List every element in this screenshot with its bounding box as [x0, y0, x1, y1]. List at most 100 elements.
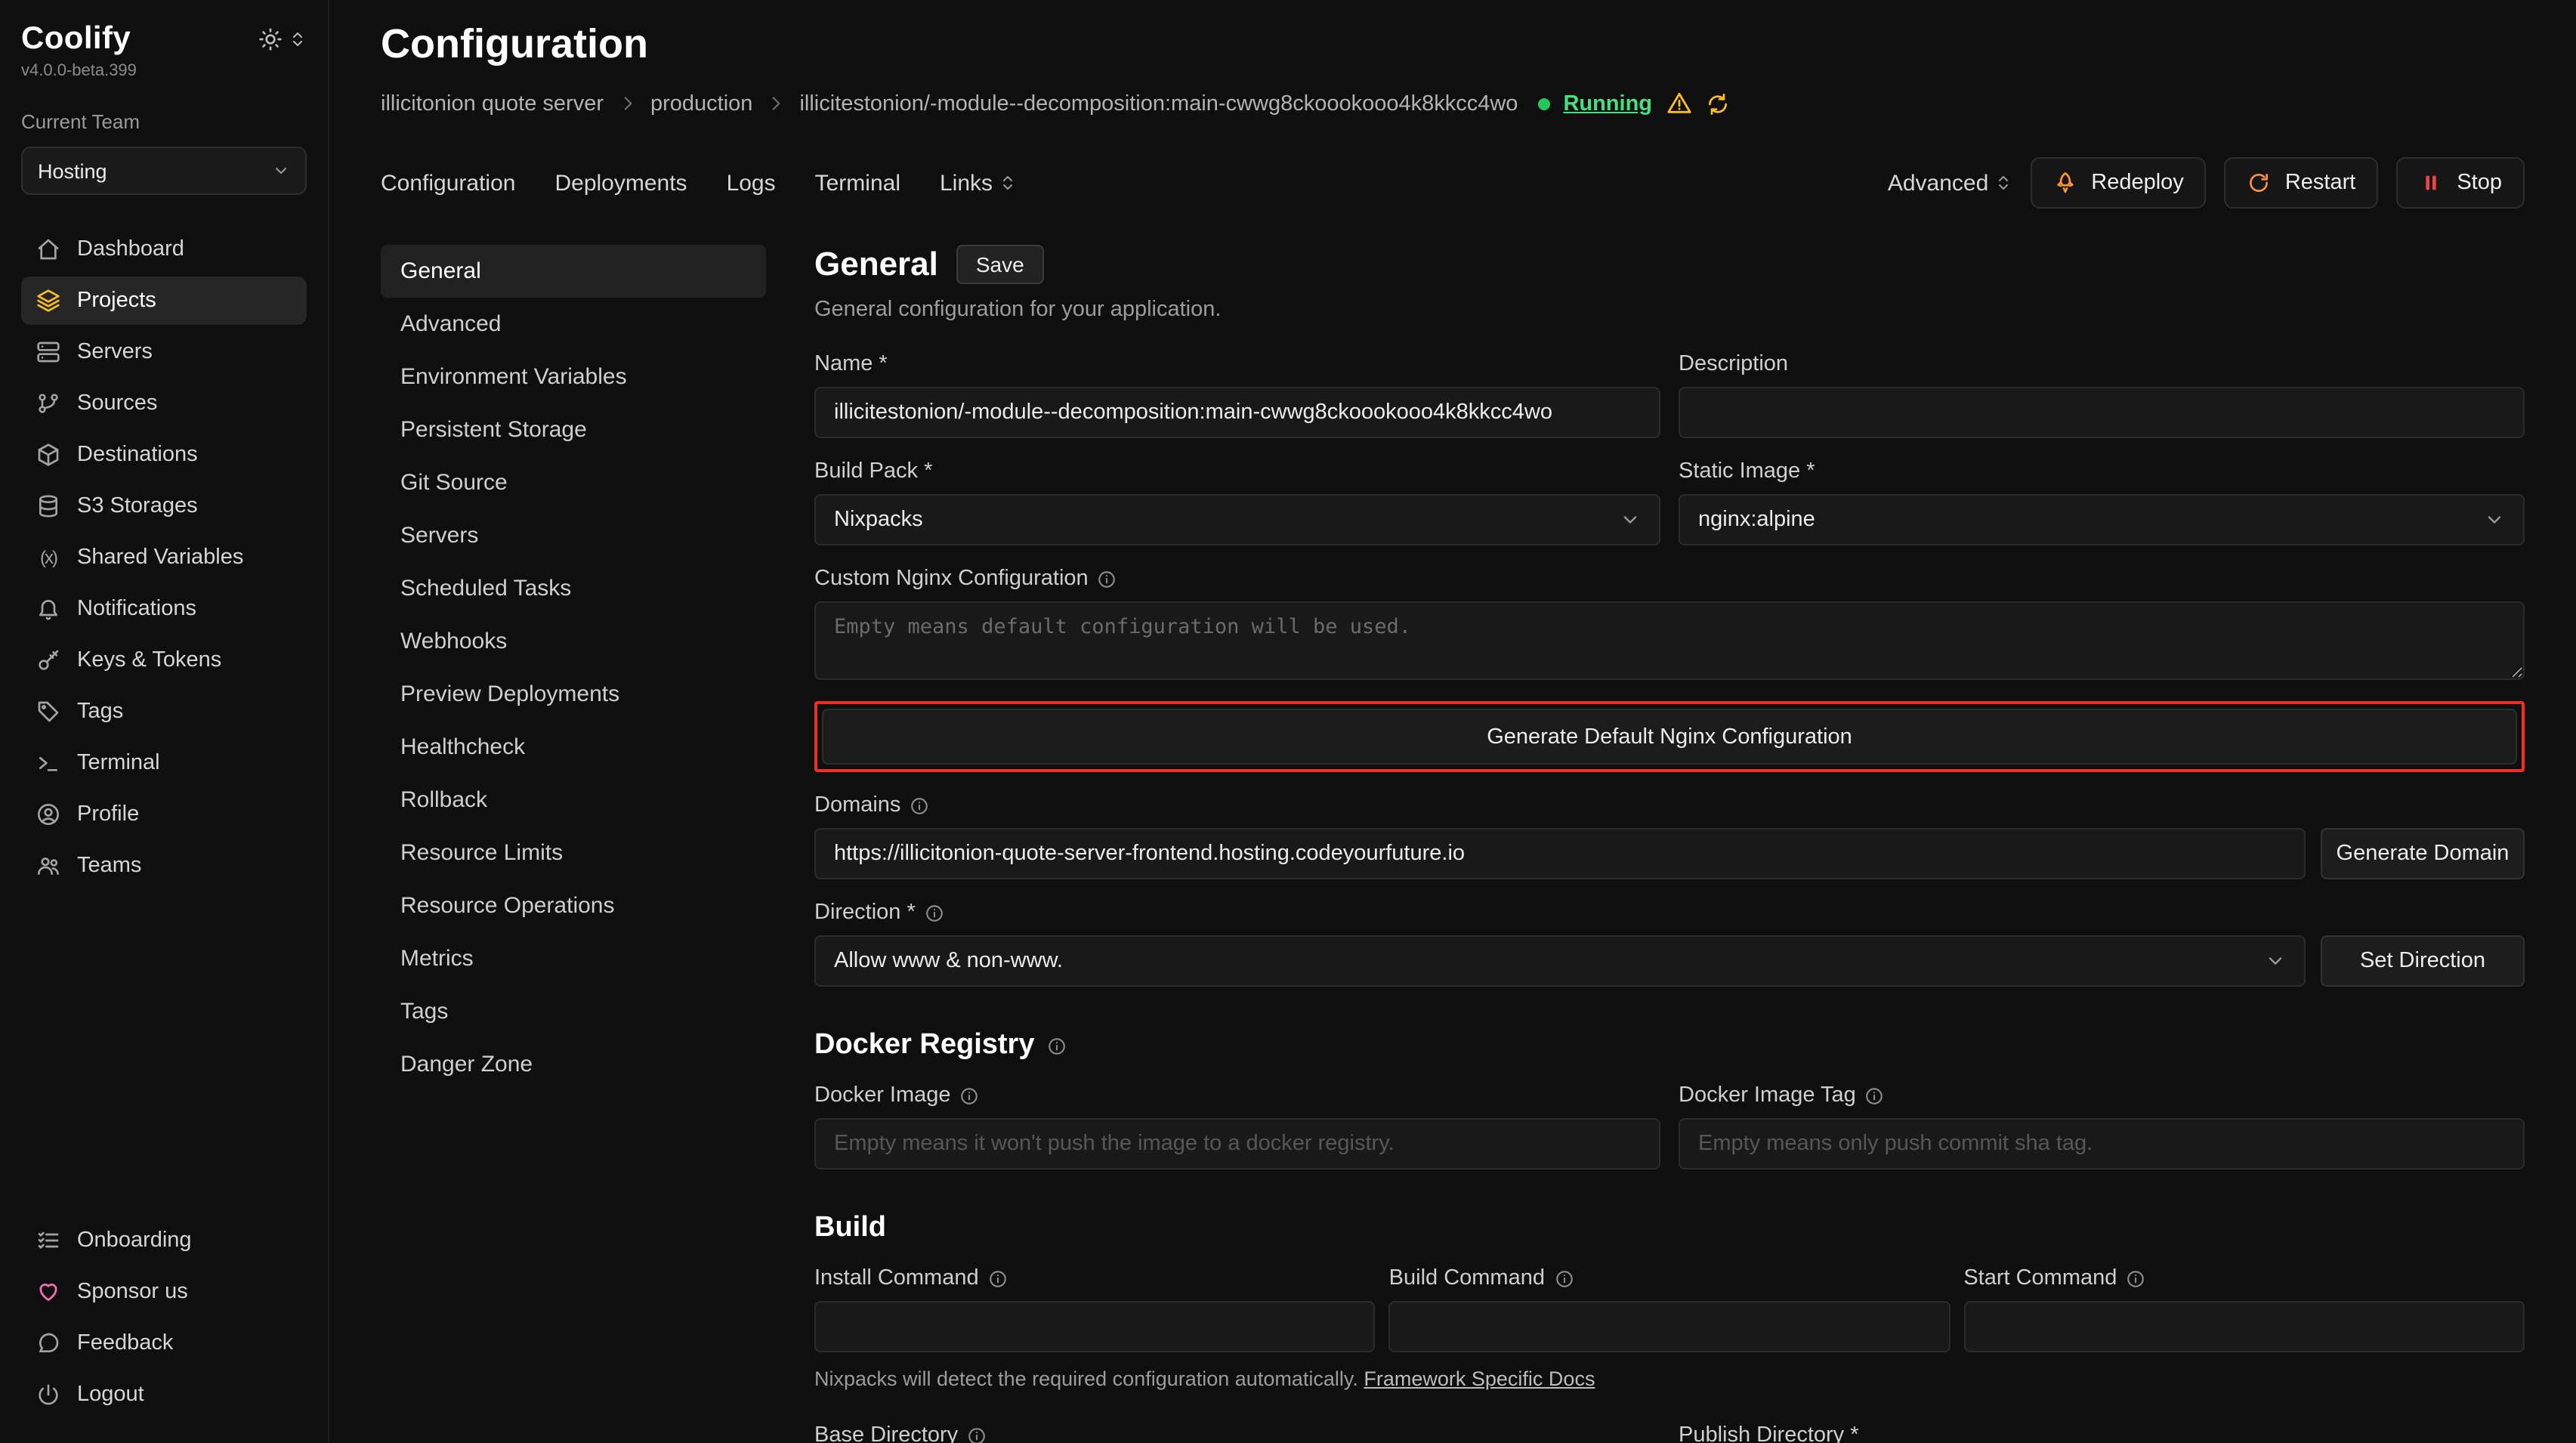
tab-terminal[interactable]: Terminal [815, 170, 900, 196]
generate-domain-button[interactable]: Generate Domain [2321, 828, 2525, 879]
advanced-menu[interactable]: Advanced [1888, 170, 2012, 196]
chevron-updown-icon [999, 174, 1017, 192]
sidebar-item-dashboard[interactable]: Dashboard [21, 225, 307, 273]
server-icon [36, 340, 60, 364]
sidebar-item-tags[interactable]: Tags [21, 688, 307, 736]
coolify-app: Coolify v4.0.0-beta.399 Current Team Hos… [0, 0, 2576, 1443]
sidebar-item-logout[interactable]: Logout [21, 1370, 307, 1419]
docker-image-tag-input[interactable] [1679, 1118, 2525, 1170]
direction-value: Allow www & non-www. [834, 949, 1063, 973]
tab-configuration[interactable]: Configuration [381, 170, 515, 196]
info-icon[interactable] [1098, 569, 1117, 589]
sidebar-item-notifications[interactable]: Notifications [21, 585, 307, 633]
redeploy-button[interactable]: Redeploy [2031, 157, 2207, 209]
refresh-status-icon[interactable] [1705, 91, 1729, 116]
info-icon[interactable] [988, 1268, 1008, 1288]
breadcrumb: illicitonion quote server production ill… [381, 91, 2525, 116]
info-icon[interactable] [1865, 1086, 1885, 1105]
generate-nginx-button[interactable]: Generate Default Nginx Configuration [822, 709, 2517, 765]
build-command-label: Build Command [1389, 1266, 1545, 1290]
highlight-box: Generate Default Nginx Configuration [814, 701, 2525, 772]
framework-docs-link[interactable]: Framework Specific Docs [1364, 1367, 1595, 1390]
current-team-label: Current Team [21, 110, 307, 133]
status-badge[interactable]: Running [1563, 91, 1652, 116]
static-image-select[interactable]: nginx:alpine [1679, 494, 2525, 545]
stop-button[interactable]: Stop [2396, 157, 2525, 209]
settings-nav-healthcheck[interactable]: Healthcheck [381, 721, 766, 774]
settings-nav-general[interactable]: General [381, 245, 766, 298]
info-icon[interactable] [925, 903, 944, 922]
app-version: v4.0.0-beta.399 [21, 62, 137, 80]
settings-nav-environment-variables[interactable]: Environment Variables [381, 351, 766, 403]
info-icon[interactable] [910, 796, 929, 815]
restart-button[interactable]: Restart [2225, 157, 2379, 209]
sidebar-item-label: Feedback [77, 1331, 173, 1355]
name-input[interactable] [814, 387, 1660, 438]
nginx-config-textarea[interactable] [814, 601, 2525, 680]
sidebar-item-terminal[interactable]: Terminal [21, 739, 307, 787]
chevron-right-icon [766, 94, 786, 113]
sidebar-item-profile[interactable]: Profile [21, 790, 307, 839]
settings-nav-metrics[interactable]: Metrics [381, 932, 766, 985]
sidebar-item-shared-variables[interactable]: (x) Shared Variables [21, 533, 307, 582]
info-icon[interactable] [1554, 1268, 1574, 1288]
settings-nav-webhooks[interactable]: Webhooks [381, 615, 766, 668]
sidebar-item-teams[interactable]: Teams [21, 842, 307, 890]
advanced-label: Advanced [1888, 170, 1988, 196]
team-select[interactable]: Hosting [21, 147, 307, 195]
breadcrumb-environment[interactable]: production [650, 91, 752, 116]
key-icon [36, 648, 60, 672]
set-direction-button[interactable]: Set Direction [2321, 935, 2525, 987]
docker-image-input[interactable] [814, 1118, 1660, 1170]
info-icon[interactable] [1046, 1036, 1066, 1055]
settings-nav-resource-operations[interactable]: Resource Operations [381, 879, 766, 932]
settings-nav-servers[interactable]: Servers [381, 509, 766, 562]
sidebar-item-sources[interactable]: Sources [21, 379, 307, 428]
tab-deployments[interactable]: Deployments [554, 170, 687, 196]
sidebar-item-feedback[interactable]: Feedback [21, 1319, 307, 1367]
base-directory-label: Base Directory [814, 1423, 958, 1443]
info-icon[interactable] [960, 1086, 980, 1105]
direction-select[interactable]: Allow www & non-www. [814, 935, 2306, 987]
settings-nav-persistent-storage[interactable]: Persistent Storage [381, 403, 766, 456]
settings-nav-tags[interactable]: Tags [381, 985, 766, 1038]
build-pack-select[interactable]: Nixpacks [814, 494, 1660, 545]
build-command-input[interactable] [1389, 1301, 1951, 1352]
theme-switcher[interactable] [258, 27, 307, 51]
description-label: Description [1679, 352, 2525, 376]
checklist-icon [36, 1228, 60, 1253]
sidebar-item-servers[interactable]: Servers [21, 328, 307, 376]
publish-directory-label: Publish Directory * [1679, 1423, 2525, 1443]
info-icon[interactable] [967, 1426, 987, 1443]
button-label: Stop [2457, 171, 2502, 195]
variable-icon: (x) [36, 547, 60, 568]
sidebar-item-onboarding[interactable]: Onboarding [21, 1216, 307, 1265]
warning-icon[interactable] [1666, 91, 1691, 116]
heart-icon [36, 1280, 60, 1304]
settings-nav-git-source[interactable]: Git Source [381, 456, 766, 509]
install-command-input[interactable] [814, 1301, 1376, 1352]
sidebar-item-s3-storages[interactable]: S3 Storages [21, 482, 307, 530]
description-input[interactable] [1679, 387, 2525, 438]
settings-nav-danger-zone[interactable]: Danger Zone [381, 1038, 766, 1091]
breadcrumb-application[interactable]: illicitestonion/-module--decomposition:m… [799, 91, 1518, 116]
settings-nav-scheduled-tasks[interactable]: Scheduled Tasks [381, 562, 766, 615]
save-button[interactable]: Save [956, 245, 1044, 284]
tab-logs[interactable]: Logs [727, 170, 776, 196]
settings-nav-resource-limits[interactable]: Resource Limits [381, 827, 766, 879]
settings-nav-preview-deployments[interactable]: Preview Deployments [381, 668, 766, 721]
sidebar-item-keys-tokens[interactable]: Keys & Tokens [21, 636, 307, 684]
breadcrumb-project[interactable]: illicitonion quote server [381, 91, 604, 116]
tag-icon [36, 700, 60, 724]
sidebar-item-destinations[interactable]: Destinations [21, 431, 307, 479]
start-command-input[interactable] [1963, 1301, 2525, 1352]
sidebar-item-sponsor[interactable]: Sponsor us [21, 1268, 307, 1316]
settings-nav-advanced[interactable]: Advanced [381, 298, 766, 351]
sidebar-footer: Onboarding Sponsor us Feedback Logout [21, 1216, 307, 1419]
tab-links[interactable]: Links [940, 170, 1017, 196]
sidebar-item-projects[interactable]: Projects [21, 277, 307, 325]
sidebar-nav: Dashboard Projects Servers Sources Desti… [21, 225, 307, 890]
settings-nav-rollback[interactable]: Rollback [381, 774, 766, 827]
info-icon[interactable] [2126, 1268, 2145, 1288]
domains-input[interactable] [814, 828, 2306, 879]
